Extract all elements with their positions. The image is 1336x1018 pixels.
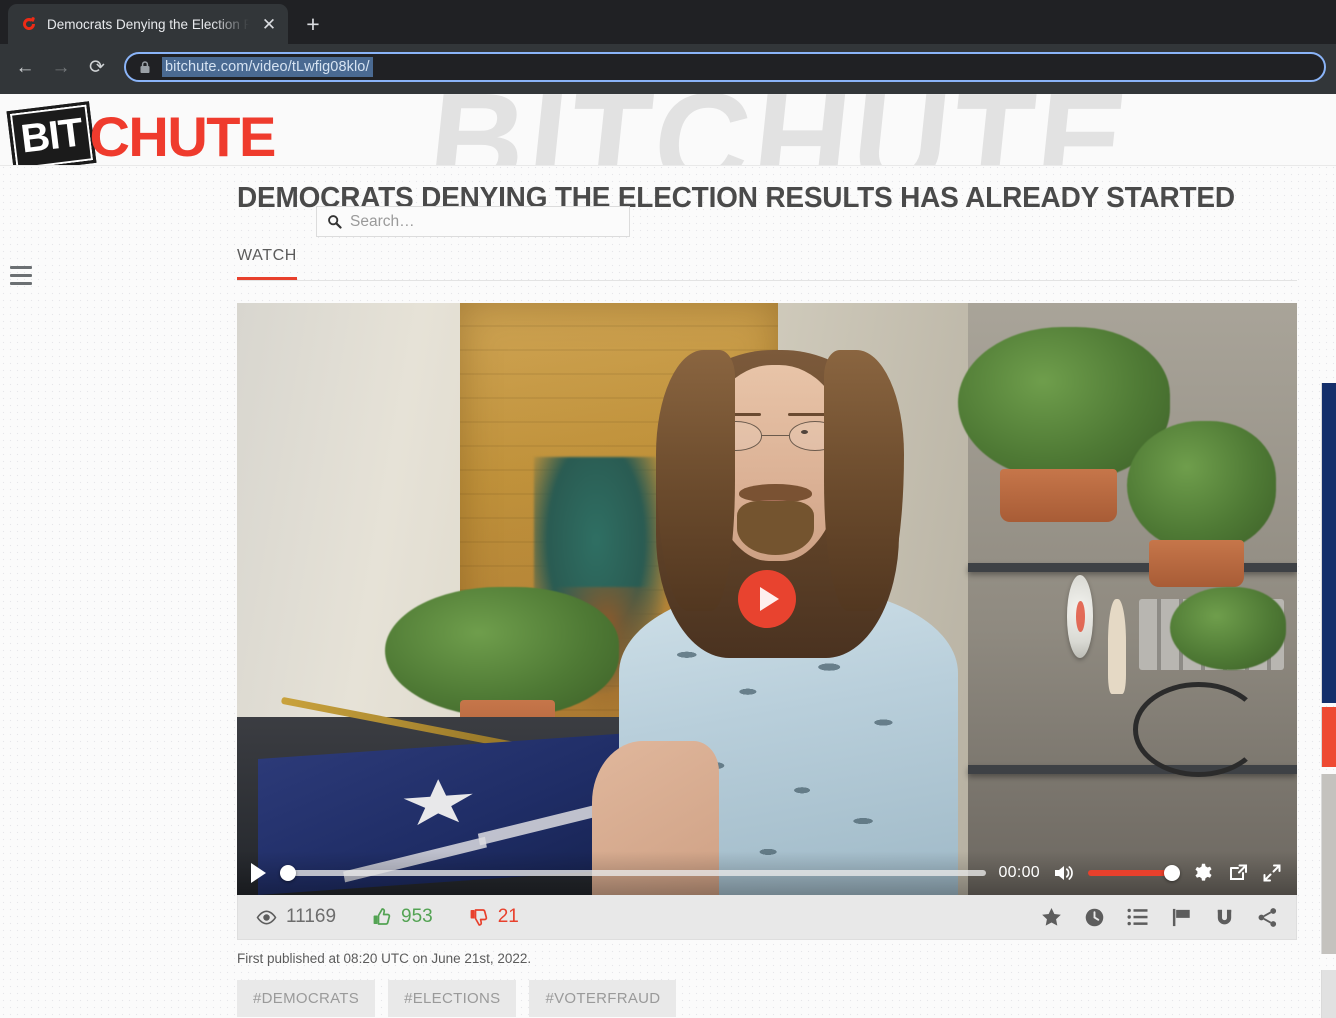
header-watermark: BITCHUTE [422,94,1137,165]
new-tab-button[interactable]: + [296,7,330,41]
tab-strip: Democrats Denying the Election R ✕ + [0,0,1336,44]
star-icon[interactable] [1041,907,1062,927]
dislike-count[interactable]: 21 [469,906,519,928]
logo-bit-text: BIT [6,101,97,165]
sidebar-item-accent [1321,707,1336,767]
sidebar-item-accent [1321,774,1336,954]
volume-handle[interactable] [1164,865,1180,881]
seek-handle[interactable] [280,865,296,881]
view-count: 11169 [256,906,336,928]
close-icon[interactable]: ✕ [258,13,280,35]
thumbs-down-icon [470,909,487,926]
popout-icon[interactable] [1227,862,1249,884]
gear-icon[interactable] [1192,862,1215,885]
forward-icon[interactable]: → [46,52,76,82]
video-player[interactable]: 00:00 [237,303,1297,895]
back-icon[interactable]: ← [10,52,40,82]
magnet-icon[interactable] [1214,907,1235,928]
reload-icon[interactable]: ⟳ [82,52,112,82]
playlist-icon[interactable] [1127,908,1149,926]
browser-tab[interactable]: Democrats Denying the Election R ✕ [8,4,288,44]
sidebar-item-accent [1321,970,1336,1018]
time-display: 00:00 [998,864,1040,881]
lock-icon [140,61,150,73]
address-bar[interactable]: bitchute.com/video/tLwfig08klo/ [124,52,1326,82]
hashtag-chip[interactable]: #DEMOCRATS [237,980,376,1017]
hashtag-chip[interactable]: #ELECTIONS [388,980,517,1017]
page-body: BITCHUTE BIT CHUTE Search… DEMOCRATS DEN… [0,94,1336,1018]
thumbs-up-icon [373,908,391,925]
eye-icon [256,909,277,925]
site-header: BITCHUTE BIT CHUTE [0,94,1336,166]
video-content-column: DEMOCRATS DENYING THE ELECTION RESULTS H… [237,182,1297,1018]
video-stats-bar: 11169 953 21 [237,895,1297,940]
browser-toolbar: ← → ⟳ bitchute.com/video/tLwfig08klo/ [0,44,1336,90]
browser-chrome: Democrats Denying the Election R ✕ + ← →… [0,0,1336,94]
hashtag-list: #DEMOCRATS #ELECTIONS #VOTERFRAUD [237,980,1297,1017]
omnibox-wrap: bitchute.com/video/tLwfig08klo/ [118,52,1326,82]
tab-watch[interactable]: WATCH [237,247,297,280]
browser-tab-title: Democrats Denying the Election R [47,16,249,32]
play-circle-icon[interactable] [738,570,796,628]
hamburger-bar [10,266,32,269]
play-triangle [760,587,779,611]
hamburger-bar [10,274,32,277]
url-text[interactable]: bitchute.com/video/tLwfig08klo/ [162,57,373,77]
sidebar-item-accent [1321,383,1336,703]
bitchute-favicon-icon [20,15,38,33]
clock-icon[interactable] [1084,907,1105,928]
play-icon[interactable] [251,863,266,883]
content-tabs: WATCH [237,247,1297,281]
hashtag-chip[interactable]: #VOTERFRAUD [529,980,677,1017]
fullscreen-icon[interactable] [1261,862,1283,884]
dislike-count-value: 21 [497,906,519,927]
volume-high-icon[interactable] [1052,862,1076,884]
hamburger-menu-icon[interactable] [10,266,32,285]
search-input[interactable]: Search… [316,206,630,237]
search-placeholder: Search… [350,212,415,230]
view-count-value: 11169 [286,906,337,927]
seek-bar[interactable] [280,864,987,882]
logo-chute-text: CHUTE [89,105,276,166]
volume-slider[interactable] [1088,865,1180,881]
like-count[interactable]: 953 [372,906,433,928]
player-controls: 00:00 [237,851,1297,895]
like-count-value: 953 [401,906,433,927]
seek-track [280,870,987,876]
right-sidebar-peek [1321,182,1336,1018]
flag-icon[interactable] [1171,907,1192,928]
hamburger-bar [10,282,32,285]
share-icon[interactable] [1257,907,1278,928]
site-logo[interactable]: BIT CHUTE [6,101,276,166]
search-icon [328,215,342,229]
publish-date: First published at 08:20 UTC on June 21s… [237,951,532,966]
